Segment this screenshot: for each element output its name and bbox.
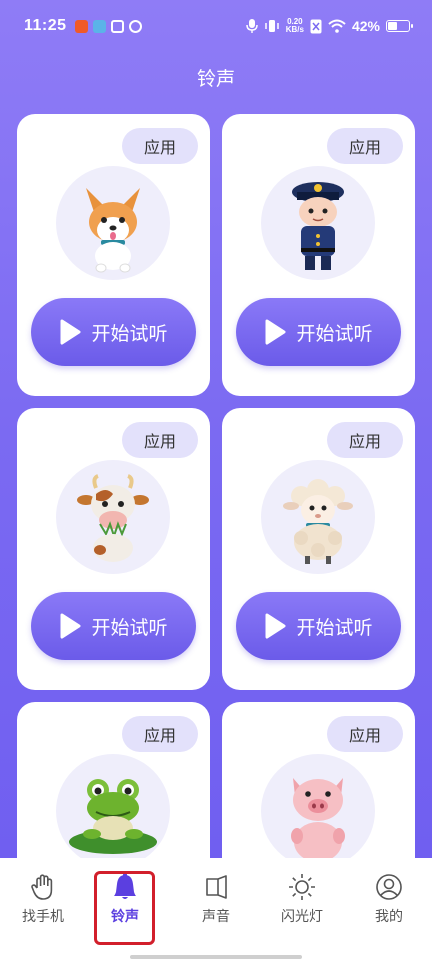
hand-icon [31, 874, 53, 900]
play-icon [60, 613, 81, 639]
cow-icon [56, 460, 170, 574]
ringtone-card: 应用 [17, 702, 210, 858]
ringtone-card: 应用 [222, 702, 415, 858]
apply-button[interactable]: 应用 [327, 716, 403, 752]
home-indicator[interactable] [130, 955, 302, 959]
ringtone-grid: 应用 开始试听 应用 开始试听 应用 开始试听 应用 开始试听 应用 应用 [0, 0, 432, 858]
nav-item-flashlight[interactable]: 闪光灯 [262, 872, 342, 942]
play-preview-label: 开始试听 [91, 617, 168, 639]
apply-button[interactable]: 应用 [122, 716, 198, 752]
apply-button[interactable]: 应用 [122, 422, 198, 458]
police-officer-icon [261, 166, 375, 280]
play-preview-button[interactable]: 开始试听 [31, 298, 196, 366]
play-preview-label: 开始试听 [91, 323, 168, 345]
sheep-icon [261, 460, 375, 574]
user-icon [376, 874, 402, 900]
play-preview-label: 开始试听 [296, 323, 373, 345]
highlight-annotation-box [94, 871, 155, 945]
nav-item-find-phone[interactable]: 找手机 [3, 872, 83, 942]
frog-icon [56, 754, 170, 858]
speaker-icon [206, 875, 227, 899]
sun-icon [289, 874, 315, 900]
nav-label: 找手机 [22, 908, 64, 924]
nav-label: 我的 [375, 908, 403, 924]
ringtone-card: 应用 开始试听 [222, 114, 415, 396]
ringtone-card: 应用 开始试听 [222, 408, 415, 690]
nav-label: 声音 [202, 908, 230, 924]
play-preview-label: 开始试听 [296, 617, 373, 639]
play-icon [265, 613, 286, 639]
bottom-nav: 找手机 铃声 声音 闪光灯 我的 [0, 858, 432, 964]
apply-button[interactable]: 应用 [327, 422, 403, 458]
nav-label: 闪光灯 [281, 908, 323, 924]
ringtone-card: 应用 开始试听 [17, 408, 210, 690]
play-icon [265, 319, 286, 345]
play-preview-button[interactable]: 开始试听 [236, 298, 401, 366]
nav-item-mine[interactable]: 我的 [349, 872, 429, 942]
ringtone-card: 应用 开始试听 [17, 114, 210, 396]
play-icon [60, 319, 81, 345]
apply-button[interactable]: 应用 [327, 128, 403, 164]
pig-icon [261, 754, 375, 858]
nav-item-sound[interactable]: 声音 [176, 872, 256, 942]
corgi-dog-icon [56, 166, 170, 280]
play-preview-button[interactable]: 开始试听 [31, 592, 196, 660]
play-preview-button[interactable]: 开始试听 [236, 592, 401, 660]
apply-button[interactable]: 应用 [122, 128, 198, 164]
